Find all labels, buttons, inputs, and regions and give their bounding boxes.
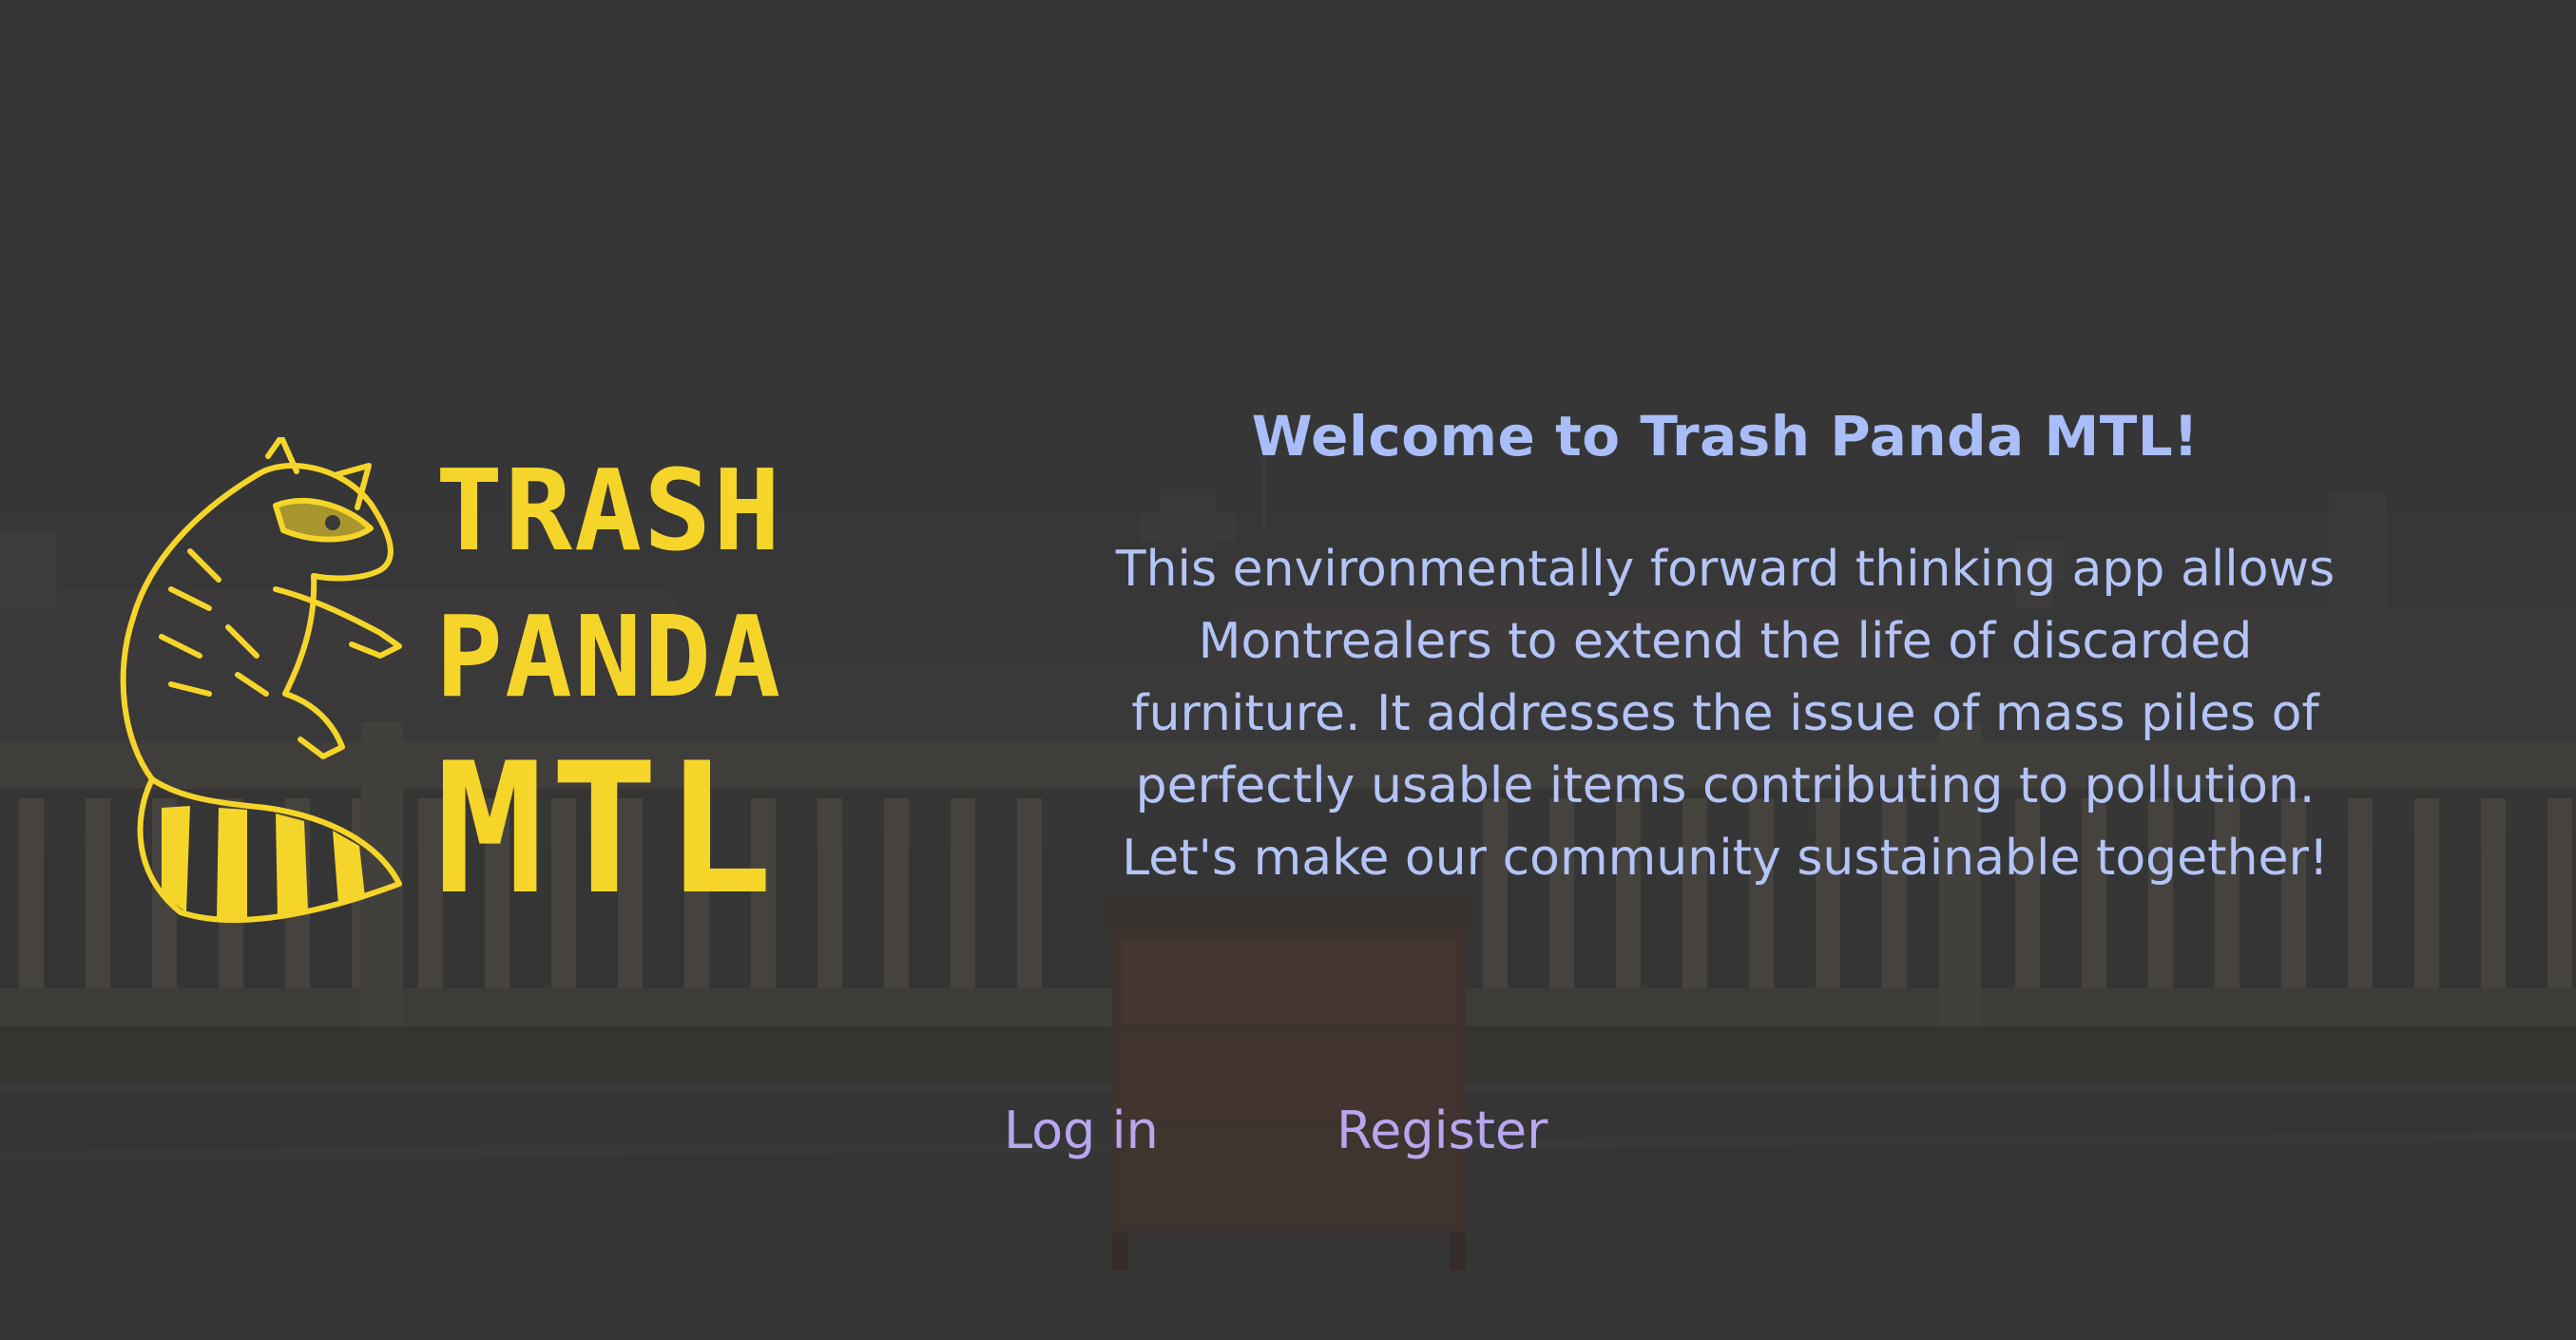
logo-line-trash: TRASH (435, 445, 783, 576)
login-link[interactable]: Log in (1004, 1101, 1159, 1160)
welcome-line: furniture. It addresses the issue of mas… (1131, 685, 2319, 742)
welcome-section: Welcome to Trash Panda MTL! This environ… (1017, 404, 2433, 894)
logo-line-mtl: MTL (435, 724, 779, 934)
welcome-line: Montrealers to extend the life of discar… (1198, 613, 2253, 670)
logo-line-panda: PANDA (435, 591, 783, 722)
welcome-line: This environmentally forward thinking ap… (1115, 541, 2336, 598)
welcome-line: perfectly usable items contributing to p… (1135, 757, 2316, 814)
raccoon-icon (120, 437, 402, 923)
brand-logo: TRASH PANDA MTL (95, 437, 817, 931)
welcome-title: Welcome to Trash Panda MTL! (1251, 404, 2200, 469)
register-link[interactable]: Register (1336, 1101, 1548, 1160)
landing-page: TRASH PANDA MTL Welcome to Trash Panda M… (0, 0, 2576, 1340)
welcome-line: Let's make our community sustainable tog… (1122, 830, 2329, 887)
welcome-description: This environmentally forward thinking ap… (1041, 533, 2410, 894)
